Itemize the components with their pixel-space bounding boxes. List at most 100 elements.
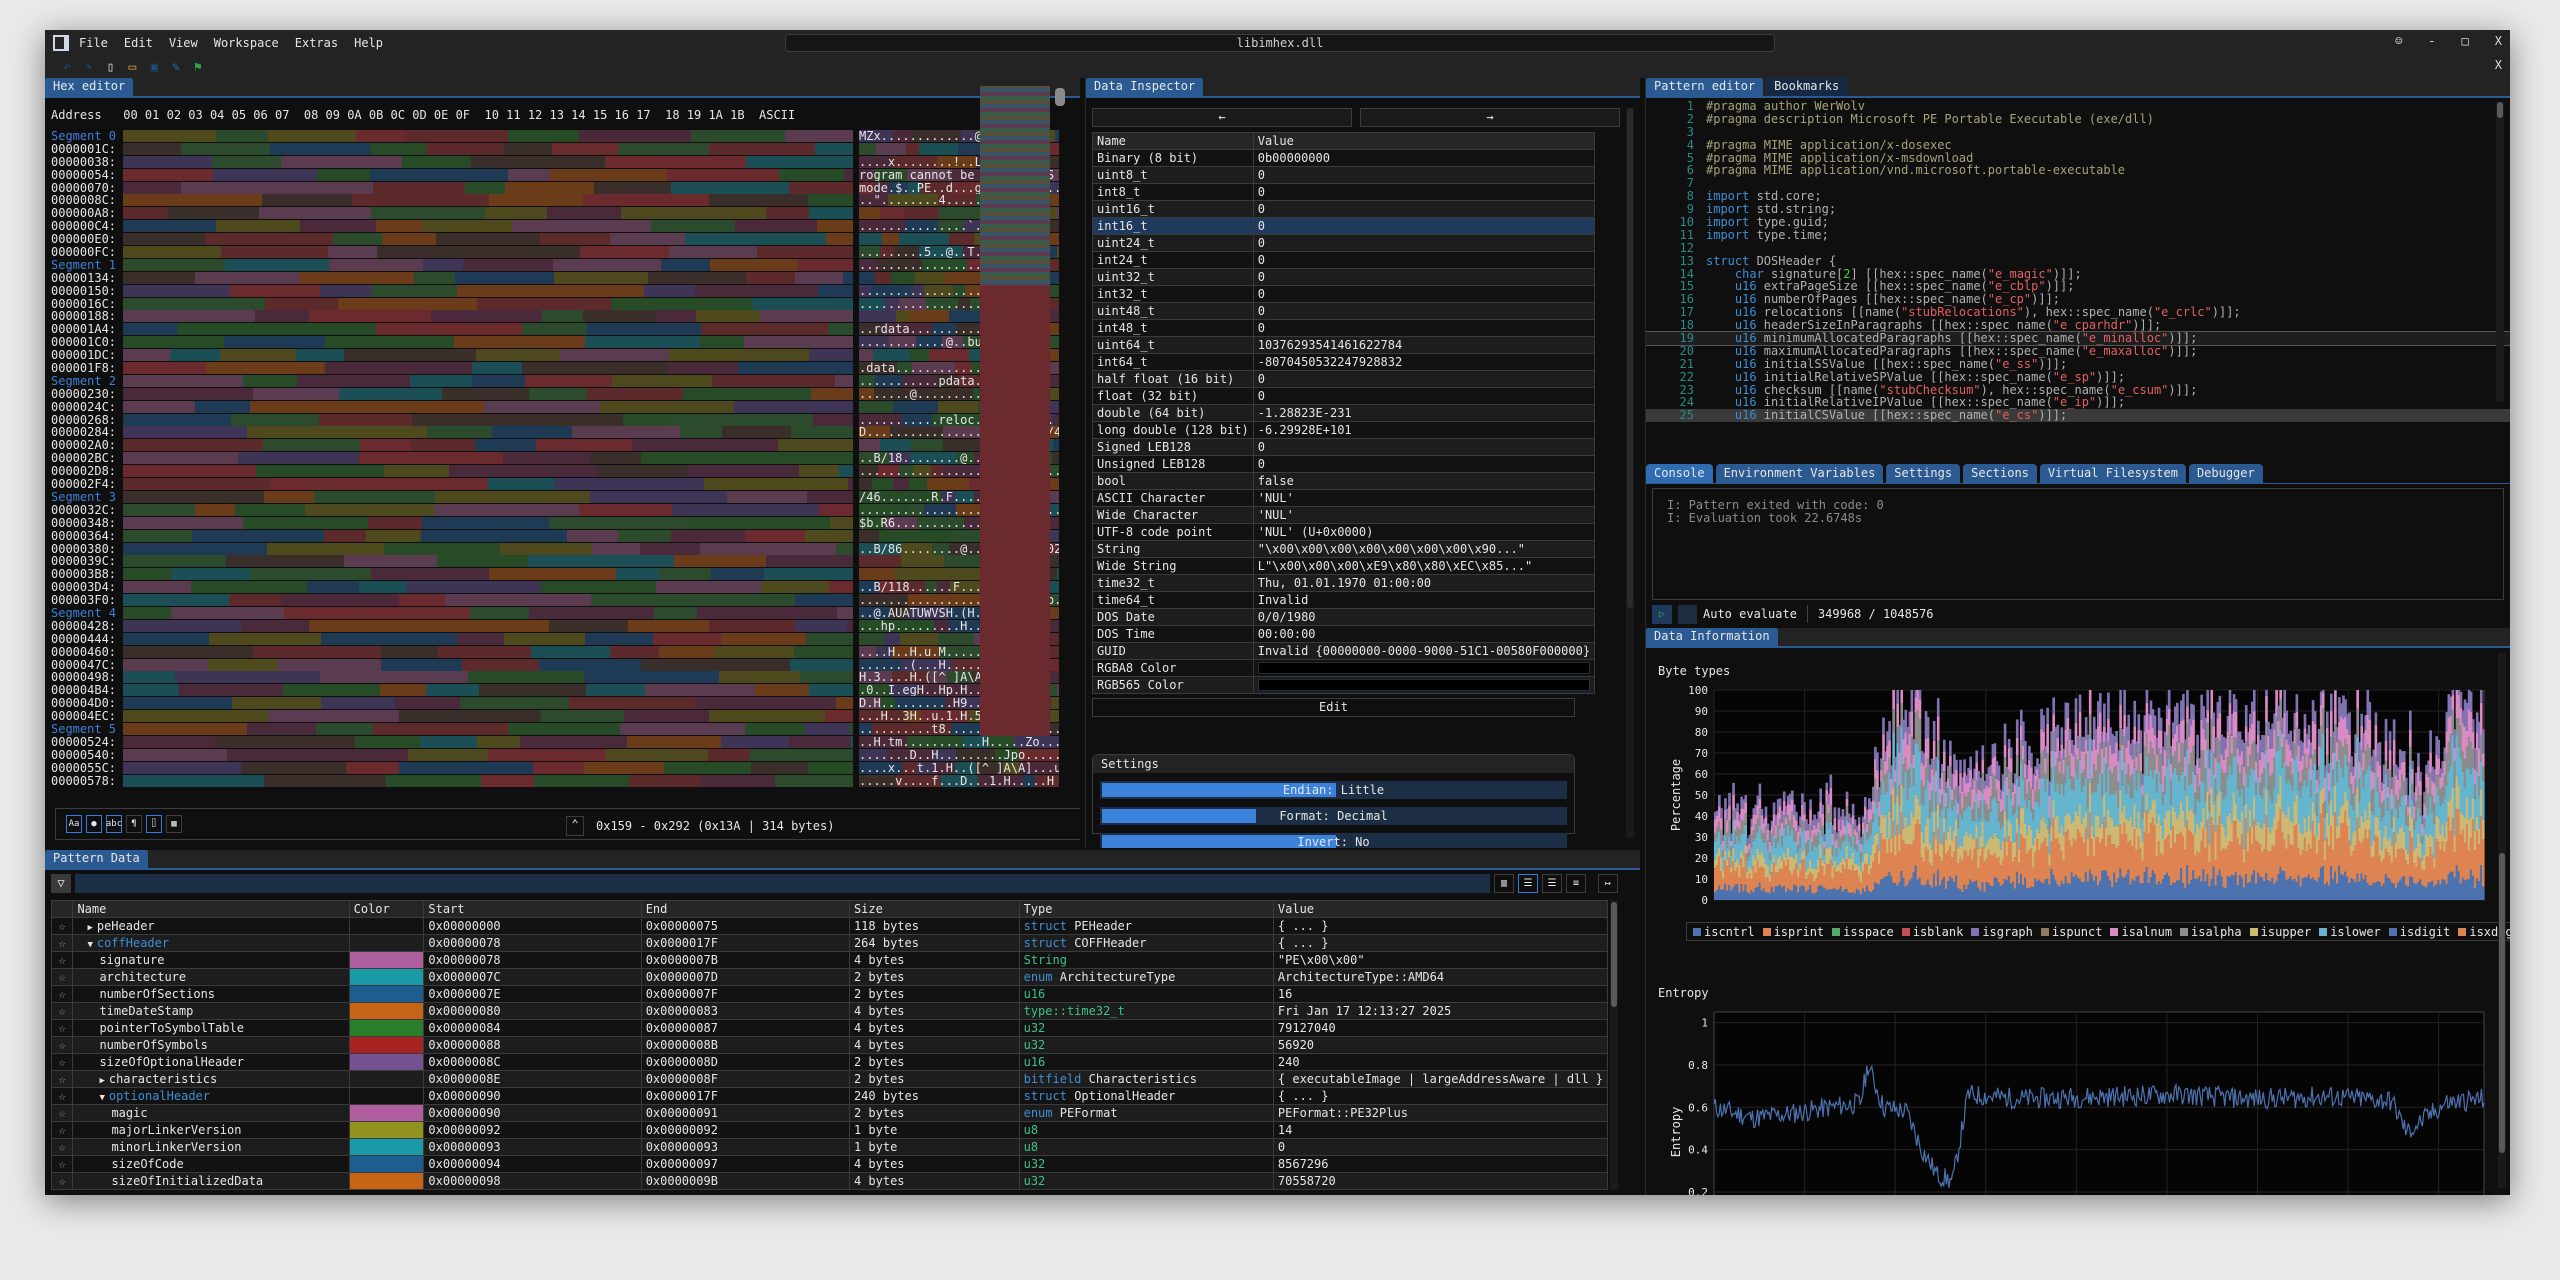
hex-bytes[interactable] bbox=[123, 194, 853, 206]
hex-row[interactable]: 0000001C: bbox=[51, 143, 1059, 156]
hex-bytes[interactable] bbox=[123, 568, 853, 580]
tree-style-2-icon[interactable]: ☰ bbox=[1542, 874, 1562, 893]
inspector-value[interactable]: 0 bbox=[1253, 201, 1594, 218]
hex-bytes[interactable] bbox=[123, 388, 853, 400]
favorite-star-icon[interactable]: ☆ bbox=[52, 1037, 73, 1054]
calculator-icon[interactable]: ▦ bbox=[166, 815, 182, 833]
hex-row[interactable]: 000003D4:..B/118......F........ bbox=[51, 581, 1059, 594]
hex-row[interactable]: 00000268:...........reloc........... bbox=[51, 414, 1059, 427]
code-line[interactable]: 2#pragma description Microsoft PE Portab… bbox=[1646, 113, 2510, 126]
menu-view[interactable]: View bbox=[169, 36, 198, 50]
hex-row[interactable]: 000002BC:..B/18........@.........p bbox=[51, 452, 1059, 465]
hex-row[interactable]: 000000FC:.........5..@..T...... bbox=[51, 246, 1059, 259]
pattern-name[interactable]: ▶characteristics bbox=[73, 1071, 349, 1088]
inspector-row[interactable]: uint32_t0 bbox=[1093, 269, 1595, 286]
hex-bytes[interactable] bbox=[123, 504, 853, 516]
pattern-row[interactable]: ☆numberOfSymbols0x000000880x0000008B4 by… bbox=[52, 1037, 1608, 1054]
inspector-row[interactable]: uint48_t0 bbox=[1093, 303, 1595, 320]
collapsed-icon[interactable]: ▶ bbox=[99, 1076, 104, 1086]
hex-bytes[interactable] bbox=[123, 452, 853, 464]
ascii-column[interactable]: ....x...t.1.H..([^_]A\A]...u bbox=[859, 762, 1059, 774]
code-line[interactable]: 3 bbox=[1646, 126, 2510, 139]
favorite-star-icon[interactable]: ☆ bbox=[52, 1088, 73, 1105]
code-line[interactable]: 22 u16 initialRelativeSPValue [[hex::spe… bbox=[1646, 371, 2510, 384]
hex-bytes[interactable] bbox=[123, 439, 853, 451]
inspector-scrollbar[interactable] bbox=[1626, 108, 1634, 838]
hex-bytes[interactable] bbox=[123, 285, 853, 297]
pattern-row[interactable]: ☆sizeOfInitializedData0x000000980x000000… bbox=[52, 1173, 1608, 1190]
collapsed-icon[interactable]: ▶ bbox=[87, 923, 92, 933]
uppercase-icon[interactable]: Aa bbox=[66, 815, 82, 833]
hex-row[interactable]: Segment 4..@.AUATUWVSH.(H.L.M... bbox=[51, 607, 1059, 620]
hex-bytes[interactable] bbox=[123, 233, 853, 245]
inspector-row[interactable]: Signed LEB1280 bbox=[1093, 439, 1595, 456]
inspector-value[interactable]: 0/0/1980 bbox=[1253, 609, 1594, 626]
inspector-row[interactable]: RGBA8 Color bbox=[1093, 660, 1595, 677]
column-name[interactable]: Name bbox=[1093, 133, 1254, 150]
advanced-decoding-icon[interactable]: ⌷ bbox=[146, 815, 162, 833]
tab-console[interactable]: Console bbox=[1646, 464, 1713, 483]
hex-row[interactable]: 00000524:..H.tm...........H.....Zo...X bbox=[51, 736, 1059, 749]
hex-bytes[interactable] bbox=[123, 246, 853, 258]
bookmark-icon[interactable]: ⚑ bbox=[194, 60, 202, 75]
hex-row[interactable]: 0000039C: bbox=[51, 555, 1059, 568]
hex-row[interactable]: 000003F0:...................@.BH..up..D.… bbox=[51, 594, 1059, 607]
pattern-row[interactable]: ☆timeDateStamp0x000000800x000000834 byte… bbox=[52, 1003, 1608, 1020]
code-line[interactable]: 20 u16 maximumAllocatedParagraphs [[hex:… bbox=[1646, 345, 2510, 358]
inspector-row[interactable]: boolfalse bbox=[1093, 473, 1595, 490]
hex-row[interactable]: 00000284:D........................B/4 bbox=[51, 426, 1059, 439]
hex-row[interactable]: 000004B4:.0..I.egH..Hp.H..4..L.%U bbox=[51, 684, 1059, 697]
filter-icon[interactable]: ▽ bbox=[51, 874, 71, 893]
hex-row[interactable]: 00000188: bbox=[51, 310, 1059, 323]
pattern-value[interactable]: 14 bbox=[1273, 1122, 1607, 1139]
hex-bytes[interactable] bbox=[123, 465, 853, 477]
pattern-filter-input[interactable] bbox=[75, 874, 1490, 893]
inspector-row[interactable]: GUIDInvalid {00000000-0000-9000-51C1-005… bbox=[1093, 643, 1595, 660]
hex-row[interactable]: 000001DC: bbox=[51, 349, 1059, 362]
pattern-value[interactable]: PEFormat::PE32Plus bbox=[1273, 1105, 1607, 1122]
hex-bytes[interactable] bbox=[123, 736, 853, 748]
feedback-icon[interactable]: ☺ bbox=[2395, 34, 2402, 48]
favorite-star-icon[interactable]: ☆ bbox=[52, 1003, 73, 1020]
tab-settings[interactable]: Settings bbox=[1886, 464, 1960, 483]
hex-bytes[interactable] bbox=[123, 530, 853, 542]
column-type[interactable]: Type bbox=[1019, 901, 1273, 918]
legend-item-ispunct[interactable]: ispunct bbox=[2041, 925, 2103, 939]
book-icon[interactable]: ▥ bbox=[1494, 874, 1514, 893]
code-line[interactable]: 12 bbox=[1646, 242, 2510, 255]
auto-evaluate-checkbox[interactable] bbox=[1678, 605, 1697, 624]
pattern-row[interactable]: ☆signature0x000000780x0000007B4 bytesStr… bbox=[52, 952, 1608, 969]
pattern-row[interactable]: ☆▼coffHeader0x000000780x0000017F264 byte… bbox=[52, 935, 1608, 952]
hex-bytes[interactable] bbox=[123, 130, 853, 142]
inspector-value[interactable]: 0 bbox=[1253, 320, 1594, 337]
favorite-star-icon[interactable]: ☆ bbox=[52, 1173, 73, 1190]
hex-bytes[interactable] bbox=[123, 182, 853, 194]
pattern-name[interactable]: numberOfSections bbox=[73, 986, 349, 1003]
hex-row[interactable]: 00000540:.......D..H.........Jpo..... bbox=[51, 749, 1059, 762]
hex-row[interactable]: 00000364: bbox=[51, 530, 1059, 543]
pattern-row[interactable]: ☆magic0x000000900x000000912 bytesenum PE… bbox=[52, 1105, 1608, 1122]
tab-pattern-editor[interactable]: Pattern editor bbox=[1646, 78, 1763, 96]
hex-row[interactable]: 00000380:..B/86........@........B/102. bbox=[51, 543, 1059, 556]
inspector-row[interactable]: Wide StringL"\x00\x00\x00\xE9\x80\x80\xE… bbox=[1093, 558, 1595, 575]
hex-bytes[interactable] bbox=[123, 749, 853, 761]
pattern-value[interactable]: { ... } bbox=[1273, 918, 1607, 935]
code-scrollbar[interactable] bbox=[2496, 102, 2504, 402]
legend-item-isalpha[interactable]: isalpha bbox=[2180, 925, 2242, 939]
hex-bytes[interactable] bbox=[123, 620, 853, 632]
code-line[interactable]: 19 u16 minimumAllocatedParagraphs [[hex:… bbox=[1646, 332, 2510, 345]
inspector-value[interactable]: 0 bbox=[1253, 167, 1594, 184]
hex-bytes[interactable] bbox=[123, 762, 853, 774]
hex-bytes[interactable] bbox=[123, 375, 853, 387]
code-editor[interactable]: 1#pragma author WerWolv2#pragma descript… bbox=[1646, 100, 2510, 410]
inspector-value[interactable]: 'NUL' bbox=[1253, 507, 1594, 524]
maximize-button[interactable]: □ bbox=[2462, 34, 2469, 48]
inspector-value[interactable]: Thu, 01.01.1970 01:00:00 bbox=[1253, 575, 1594, 592]
favorite-star-icon[interactable]: ☆ bbox=[52, 1122, 73, 1139]
code-line[interactable]: 6#pragma MIME application/vnd.microsoft.… bbox=[1646, 164, 2510, 177]
hex-bytes[interactable] bbox=[123, 259, 853, 271]
inspector-value[interactable] bbox=[1253, 677, 1594, 694]
hex-row[interactable]: 000002A0: bbox=[51, 439, 1059, 452]
hex-row[interactable]: Segment 5..........t8......by...tmH.. bbox=[51, 723, 1059, 736]
hex-row[interactable]: Segment 3/46.......R.F.......F.F. bbox=[51, 491, 1059, 504]
